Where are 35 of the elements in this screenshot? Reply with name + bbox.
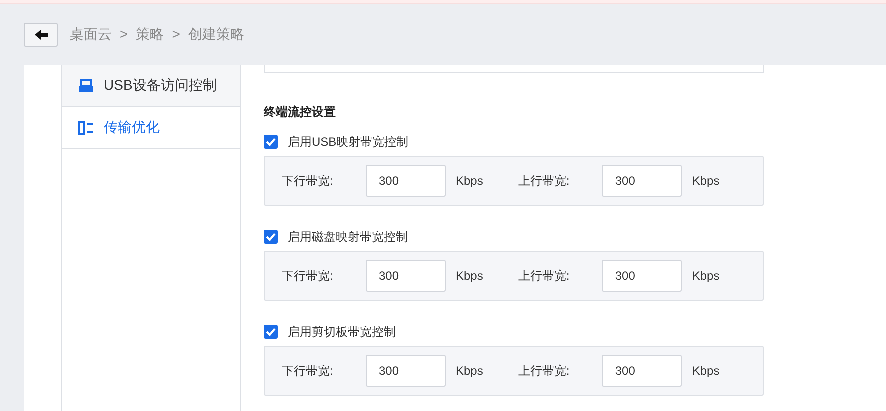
checkbox-label[interactable]: 启用USB映射带宽控制 bbox=[288, 133, 409, 151]
unit-label: Kbps bbox=[692, 173, 720, 190]
checkbox-label[interactable]: 启用剪切板带宽控制 bbox=[288, 323, 396, 341]
checkbox[interactable] bbox=[264, 230, 278, 244]
input-field[interactable]: 300 bbox=[366, 355, 446, 387]
breadcrumb-separator: > bbox=[120, 25, 128, 44]
sidebar-item[interactable]: USB设备访问控制 bbox=[62, 65, 240, 107]
checkbox[interactable] bbox=[264, 325, 278, 339]
field-label: 下行带宽: bbox=[282, 268, 334, 285]
field-label: 上行带宽: bbox=[518, 173, 571, 190]
field-label: 下行带宽: bbox=[282, 173, 334, 190]
check-icon bbox=[266, 138, 276, 146]
unit-label: Kbps bbox=[692, 363, 720, 380]
back-button[interactable] bbox=[24, 22, 58, 46]
field-label: 下行带宽: bbox=[282, 363, 334, 380]
section-title: 终端流控设置 bbox=[264, 104, 337, 121]
unit-label: Kbps bbox=[456, 173, 484, 190]
input-field[interactable]: 300 bbox=[366, 165, 446, 197]
input-field[interactable]: 300 bbox=[366, 260, 446, 292]
unit-label: Kbps bbox=[692, 268, 720, 285]
input-field[interactable]: 300 bbox=[602, 260, 682, 292]
unit-label: Kbps bbox=[456, 268, 484, 285]
field-label: 上行带宽: bbox=[518, 268, 571, 285]
check-icon bbox=[266, 328, 276, 336]
check-icon bbox=[266, 233, 276, 241]
breadcrumb-separator: > bbox=[172, 25, 180, 44]
back-arrow-icon bbox=[34, 30, 48, 40]
input-field[interactable]: 300 bbox=[602, 355, 682, 387]
checkbox[interactable] bbox=[264, 135, 278, 149]
input-field[interactable]: 300 bbox=[602, 165, 682, 197]
field-label: 上行带宽: bbox=[518, 363, 571, 380]
unit-label: Kbps bbox=[456, 363, 484, 380]
checkbox-label[interactable]: 启用磁盘映射带宽控制 bbox=[288, 228, 408, 246]
sliders-icon bbox=[78, 120, 94, 134]
usb-icon bbox=[78, 78, 94, 92]
